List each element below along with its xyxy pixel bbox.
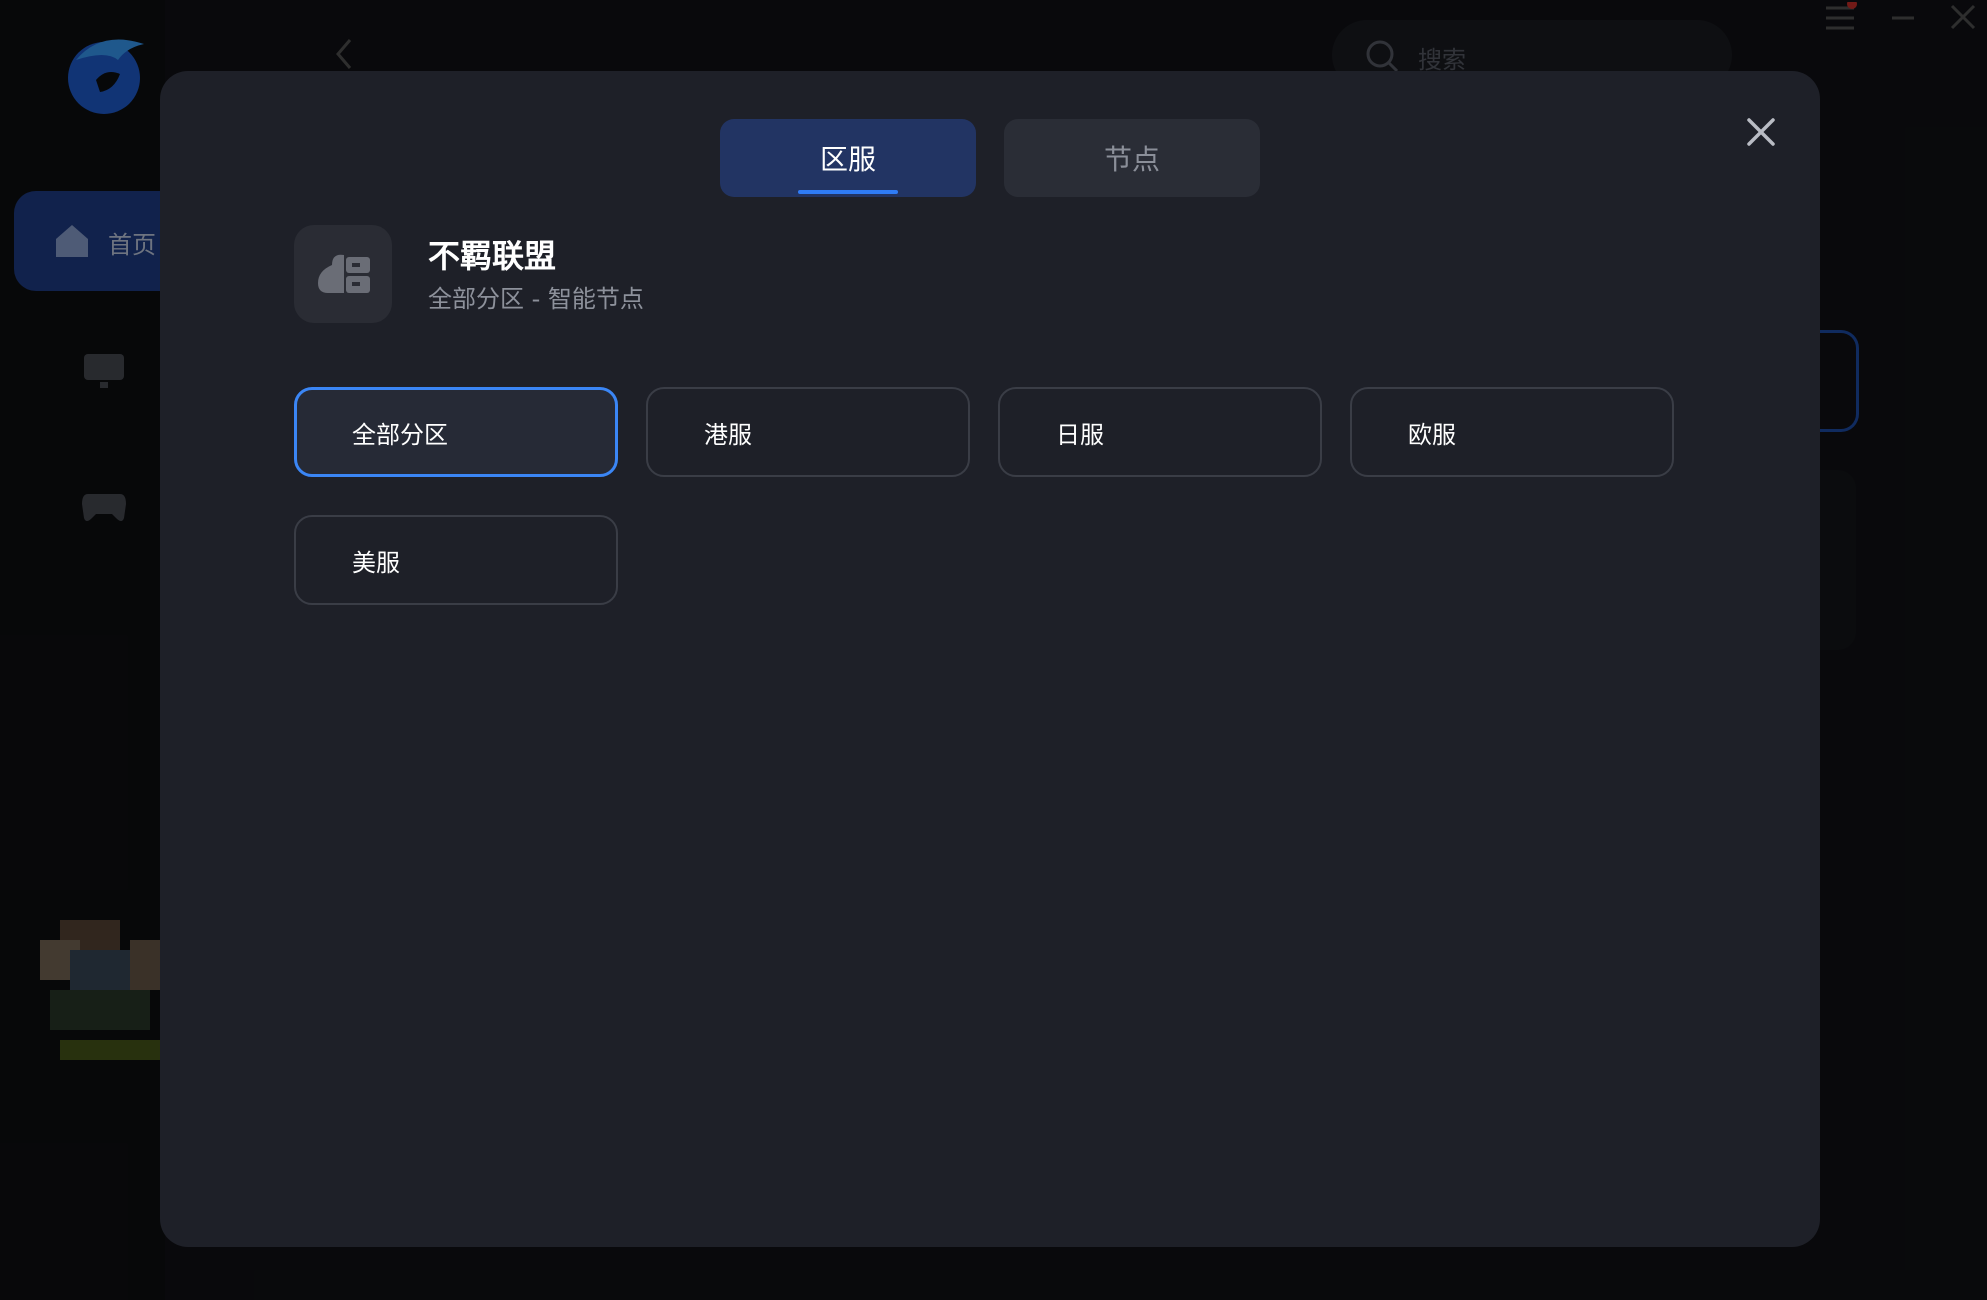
region-label: 欧服 <box>1408 420 1456 449</box>
region-label: 港服 <box>704 420 752 449</box>
tab-active-indicator <box>798 190 898 194</box>
region-option-jp[interactable]: 日服 <box>998 387 1322 477</box>
tab-region[interactable]: 区服 <box>720 119 976 197</box>
cloud-server-icon <box>318 254 370 293</box>
region-label: 全部分区 <box>352 420 448 449</box>
game-title: 不羁联盟 <box>428 237 557 275</box>
region-label: 日服 <box>1056 420 1104 449</box>
tab-bar: 区服 节点 <box>720 119 1260 197</box>
region-option-hk[interactable]: 港服 <box>646 387 970 477</box>
region-select-dialog: 区服 节点 不羁联盟 全部分区 - 智能节点 全部分区 港服 日服 欧服 美服 <box>160 71 1820 1247</box>
region-option-us[interactable]: 美服 <box>294 515 618 605</box>
tab-node[interactable]: 节点 <box>1004 119 1260 197</box>
region-option-eu[interactable]: 欧服 <box>1350 387 1674 477</box>
tab-label: 区服 <box>819 143 876 176</box>
region-label: 美服 <box>352 548 400 577</box>
tab-label: 节点 <box>1103 143 1160 176</box>
region-option-all[interactable]: 全部分区 <box>294 387 618 477</box>
game-subtitle: 全部分区 - 智能节点 <box>428 285 644 313</box>
close-icon[interactable] <box>1740 111 1782 153</box>
game-icon <box>294 225 392 323</box>
